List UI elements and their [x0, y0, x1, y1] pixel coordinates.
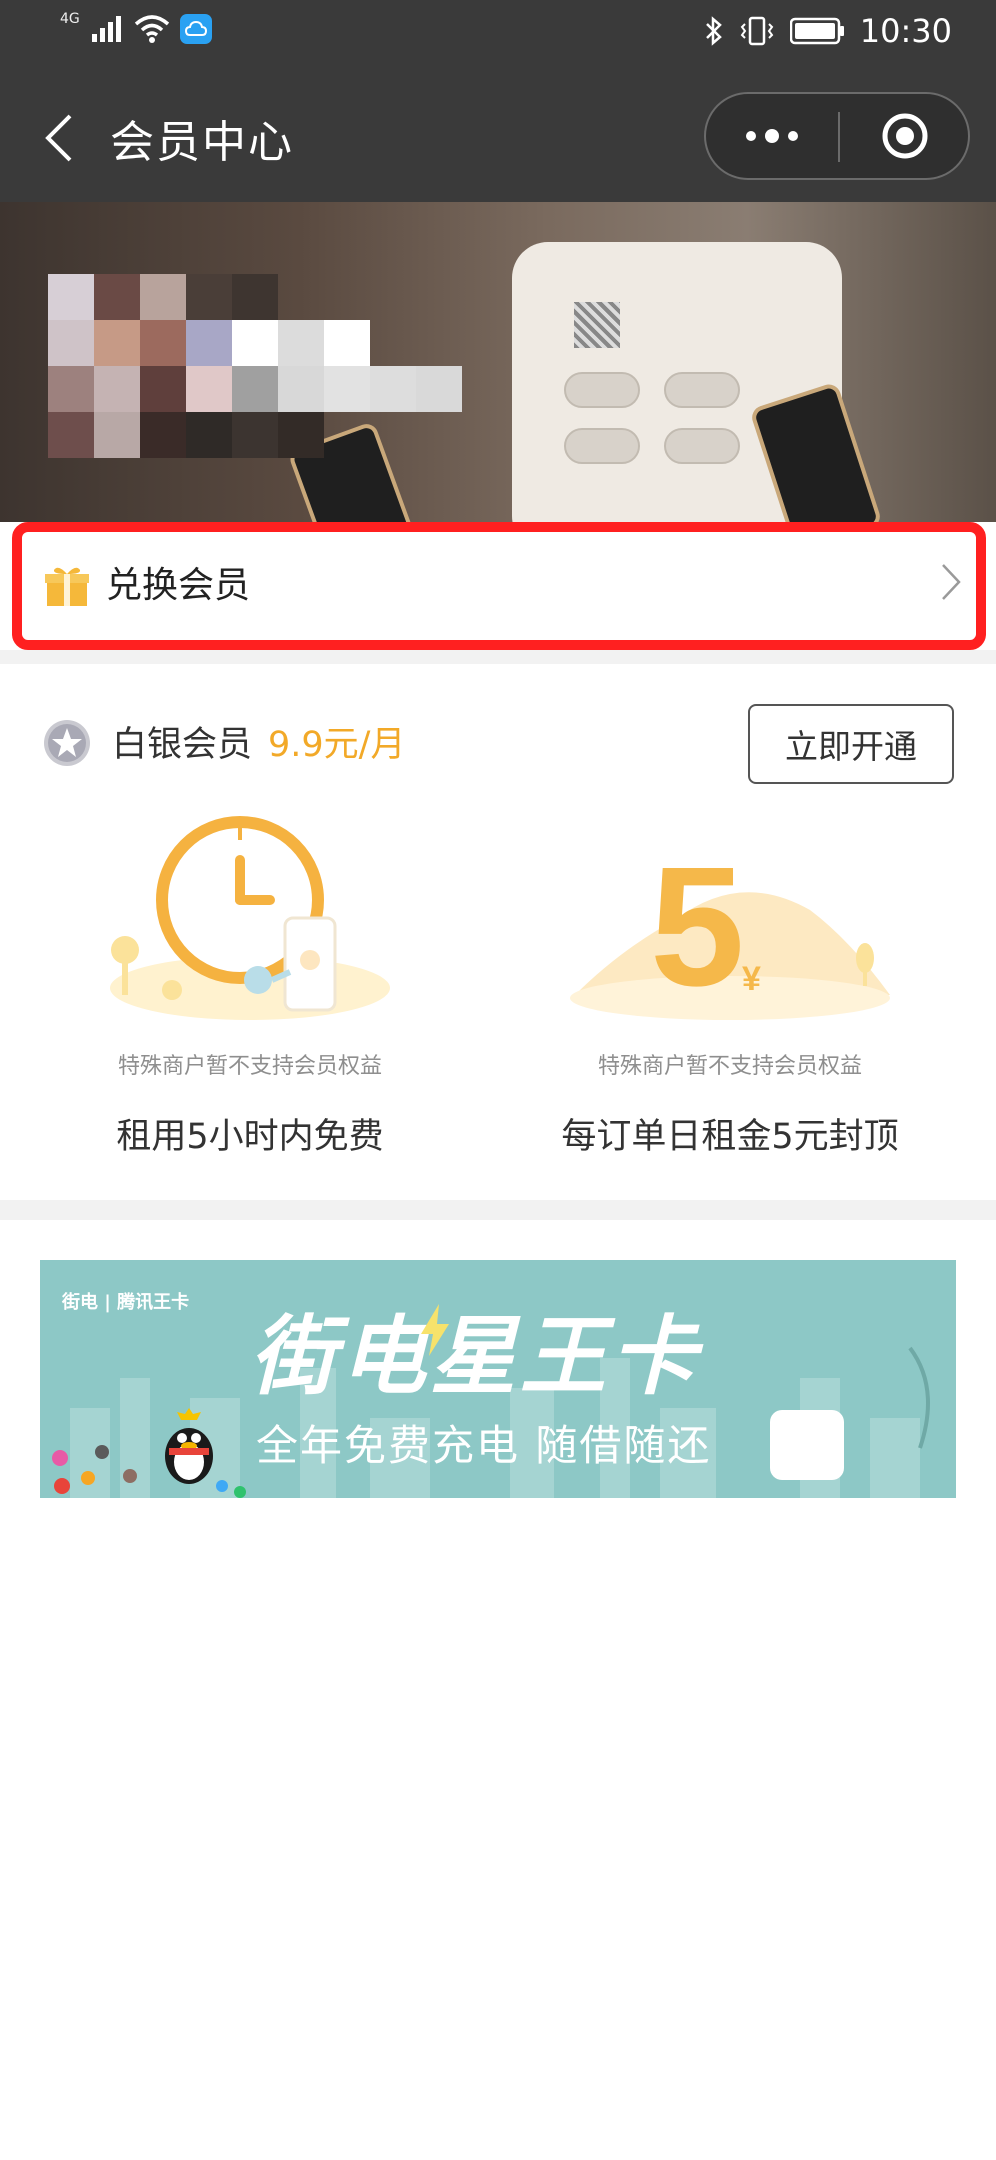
miniapp-capsule	[704, 92, 970, 180]
exchange-membership-row[interactable]: 兑换会员	[12, 522, 986, 650]
banner-title: 街电星王卡	[250, 1307, 700, 1407]
membership-header: 白银会员 9.9元/月 立即开通	[0, 664, 996, 788]
close-miniapp-button[interactable]	[840, 94, 970, 178]
banner-logo: 街电 | 腾讯王卡	[62, 1292, 190, 1313]
battery-icon	[789, 17, 844, 45]
status-bar: 4G 10:30	[0, 0, 996, 70]
promo-banner[interactable]: 街电 | 腾讯王卡 街电星王卡 全年免费充电 随借随还	[40, 1260, 956, 1498]
back-button[interactable]	[34, 110, 84, 166]
exchange-label: 兑换会员	[106, 565, 251, 606]
gift-icon	[45, 567, 89, 606]
more-dot	[746, 131, 756, 141]
benefit-title: 每订单日租金5元封顶	[561, 1117, 899, 1157]
station-slot	[564, 428, 640, 464]
qr-code-icon	[574, 302, 620, 348]
vibrate-icon	[740, 16, 774, 46]
signal-icon	[91, 16, 121, 42]
clock-illustration	[110, 816, 390, 1020]
lightning-icon	[421, 1304, 449, 1356]
cloud-icon	[179, 14, 212, 44]
station-slot	[564, 372, 640, 408]
benefit-card: 特殊商户暂不支持会员权益 租用5小时内免费	[20, 800, 480, 1170]
network-type: 4G	[60, 11, 80, 27]
more-button[interactable]	[706, 94, 838, 178]
page-title: 会员中心	[110, 117, 294, 168]
benefit-title: 租用5小时内免费	[116, 1117, 384, 1157]
wifi-icon	[134, 15, 169, 43]
station-slot	[664, 372, 740, 408]
svg-text:¥: ¥	[742, 960, 761, 998]
avatar-blurred	[48, 274, 462, 458]
charger-icon	[770, 1410, 844, 1480]
silver-star-icon	[44, 720, 90, 766]
qq-penguin-icon	[165, 1408, 213, 1484]
target-close-icon	[882, 113, 928, 159]
more-dot	[765, 129, 779, 143]
benefit-note: 特殊商户暂不支持会员权益	[597, 1054, 862, 1079]
section-divider	[0, 650, 996, 664]
open-membership-button[interactable]: 立即开通	[748, 704, 954, 784]
chevron-left-icon	[45, 114, 72, 162]
section-divider	[0, 1200, 996, 1220]
tier-name: 白银会员	[112, 725, 253, 765]
station-slot	[664, 428, 740, 464]
clock-time: 10:30	[859, 12, 952, 50]
nav-bar: 会员中心	[0, 70, 996, 202]
chevron-right-icon	[942, 564, 961, 600]
tier-price: 9.9元/月	[268, 725, 406, 765]
banner-subtitle: 全年免费充电 随借随还	[256, 1421, 712, 1470]
benefit-card: 5 ¥ 特殊商户暂不支持会员权益 每订单日租金5元封顶	[500, 800, 960, 1170]
bluetooth-icon	[705, 16, 722, 46]
hero-banner	[0, 202, 996, 522]
svg-text:5: 5	[650, 832, 745, 1022]
benefit-note: 特殊商户暂不支持会员权益	[117, 1054, 382, 1079]
more-dot	[788, 131, 798, 141]
five-yuan-illustration: 5 ¥	[570, 832, 890, 1022]
